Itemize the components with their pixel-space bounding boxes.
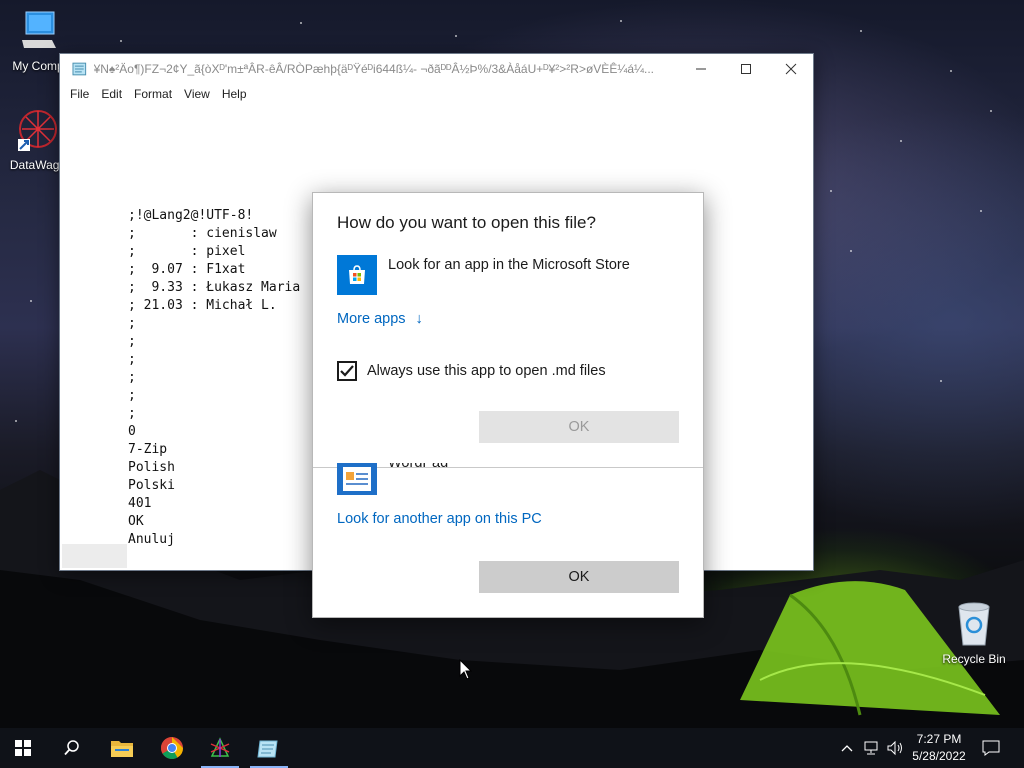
menu-file[interactable]: File (64, 87, 95, 101)
ok-button[interactable]: OK (479, 561, 679, 593)
taskbar-chrome[interactable] (149, 728, 195, 768)
notepad-text-area[interactable]: ;!@Lang2@!UTF-8! ; : cienislaw ; : pixel ; … (128, 207, 300, 549)
store-option-label: Look for an app in the Microsoft Store (388, 257, 630, 273)
start-button[interactable] (0, 728, 46, 768)
text-line: ;!@Lang2@!UTF-8! (128, 208, 254, 223)
ok-button-disabled: OK (479, 411, 679, 443)
desktop-icon-recycle-bin[interactable]: Recycle Bin (936, 601, 1012, 666)
text-line: Polski (128, 478, 175, 493)
text-line: Anuluj (128, 532, 175, 547)
text-line: ; 9.07 : F1xat (128, 262, 246, 277)
always-use-label: Always use this app to open .md files (367, 363, 606, 379)
always-use-checkbox[interactable] (337, 361, 357, 381)
close-button[interactable] (768, 54, 813, 83)
clock-time: 7:27 PM (916, 732, 962, 746)
another-app-link[interactable]: Look for another app on this PC (337, 511, 542, 527)
menu-edit[interactable]: Edit (95, 87, 128, 101)
text-line: OK (128, 514, 144, 529)
mouse-cursor-icon (459, 659, 473, 680)
file-explorer-icon (111, 741, 133, 757)
notification-icon (982, 740, 1000, 756)
clock-date: 5/28/2022 (912, 749, 966, 763)
wordpad-option[interactable]: WordPad (337, 463, 448, 495)
chrome-icon (161, 737, 183, 759)
arrow-down-icon: ↓ (415, 311, 423, 327)
notepad-icon (72, 62, 87, 75)
maximize-icon (740, 63, 751, 74)
volume-button[interactable] (884, 728, 906, 768)
search-icon (64, 740, 79, 756)
taskbar-file-explorer[interactable] (99, 728, 145, 768)
text-line: ; (128, 334, 136, 349)
text-line: ; : cienislaw (128, 226, 277, 241)
open-with-dialog: How do you want to open this file? Look … (312, 192, 704, 618)
text-line: ; (128, 388, 136, 403)
more-apps-link[interactable]: More apps ↓ (337, 311, 423, 327)
text-line: ; 9.33 : Łukasz Maria (128, 280, 301, 295)
store-option[interactable]: Look for an app in the Microsoft Store (337, 255, 630, 295)
taskbar-clock[interactable]: 7:27 PM 5/28/2022 (905, 731, 973, 765)
menu-view[interactable]: View (178, 87, 216, 101)
dialog-heading: How do you want to open this file? (337, 213, 596, 232)
wordpad-icon (337, 463, 377, 495)
desktop-icon-label: Recycle Bin (942, 652, 1006, 666)
maximize-button[interactable] (723, 54, 768, 83)
taskbar-search-button[interactable] (49, 728, 95, 768)
menu-bar: File Edit Format View Help (60, 83, 813, 105)
text-line: ; : pixel (128, 244, 246, 259)
taskbar-notepad[interactable] (246, 728, 292, 768)
minimize-button[interactable] (678, 54, 723, 83)
volume-icon (887, 740, 902, 756)
network-button[interactable] (860, 728, 882, 768)
show-hidden-icons-button[interactable] (838, 728, 856, 768)
notepad-titlebar[interactable]: ¥N♠²Äo¶)FZ¬2¢Y_ã{òXᴰ'm±ªÂR-êÂ/RÒPæhþ{äᴰŸ… (60, 54, 813, 83)
windows-icon (15, 740, 31, 756)
wordpad-label: WordPad (388, 463, 449, 471)
recycle-bin-icon (958, 602, 990, 646)
notepad-icon (257, 740, 278, 758)
text-line: ; (128, 316, 136, 331)
minimize-icon (695, 68, 706, 69)
taskbar-datawagon[interactable] (197, 728, 243, 768)
window-title: ¥N♠²Äo¶)FZ¬2¢Y_ã{òXᴰ'm±ªÂR-êÂ/RÒPæhþ{äᴰŸ… (93, 61, 655, 76)
text-line: ; 21.03 : Michał L. (128, 298, 277, 313)
datawagon-icon (210, 737, 230, 757)
text-line: ; (128, 352, 136, 367)
text-line: ; (128, 370, 136, 385)
network-icon (864, 741, 878, 755)
always-use-checkbox-row[interactable]: Always use this app to open .md files (337, 361, 606, 381)
action-center-button[interactable] (978, 728, 1004, 768)
menu-format[interactable]: Format (128, 87, 178, 101)
computer-icon (22, 11, 56, 48)
text-line: 0 (128, 424, 136, 439)
close-icon (785, 63, 796, 74)
datawagon-icon (18, 110, 57, 151)
text-line: 7-Zip (128, 442, 168, 457)
text-line: 401 (128, 496, 152, 511)
text-line: ; (128, 406, 136, 421)
menu-help[interactable]: Help (216, 87, 253, 101)
taskbar: 7:27 PM 5/28/2022 (0, 728, 1024, 768)
store-icon (337, 255, 377, 295)
text-line: Polish (128, 460, 175, 475)
more-apps-label: More apps (337, 311, 406, 327)
checkmark-icon (340, 365, 354, 377)
chevron-up-icon (841, 745, 853, 752)
horizontal-scrollbar[interactable] (62, 544, 127, 568)
